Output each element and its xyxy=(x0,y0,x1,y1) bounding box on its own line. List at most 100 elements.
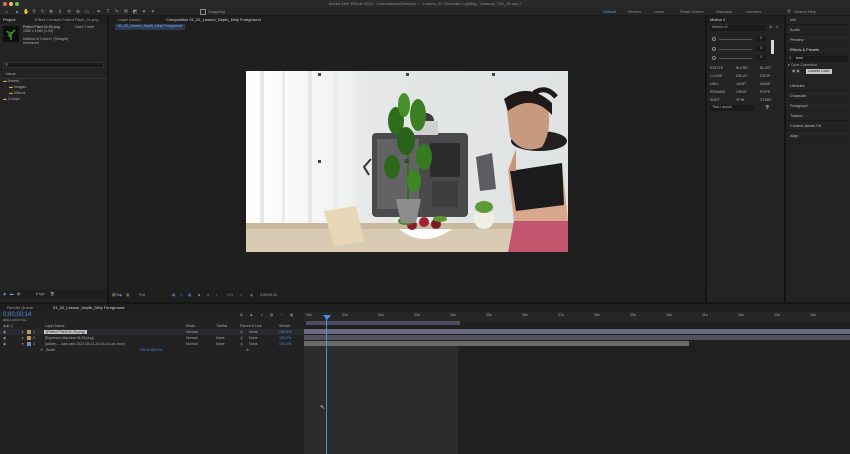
puppet-tool-icon[interactable]: ✶ xyxy=(150,9,156,15)
workspace-small-screen[interactable]: Small Screen xyxy=(680,7,704,16)
magnification-dropdown[interactable]: 25% xyxy=(112,293,119,298)
settings-icon[interactable]: ⚙ xyxy=(769,25,772,30)
layer-bar-2[interactable] xyxy=(304,335,850,340)
tracker-header[interactable]: Tracker xyxy=(786,112,848,121)
zoom-tool-icon[interactable]: ⚲ xyxy=(31,9,37,15)
comp-breadcrumb[interactable]: 01_02_Lesson_Depth_Dirty Foreground xyxy=(115,24,186,30)
layer-name[interactable]: [Potted Plant.04.26.png] xyxy=(44,330,87,334)
preset-dropdown[interactable]: Motion v2 xyxy=(710,25,766,31)
slider-value-1[interactable]: 0 xyxy=(756,36,766,41)
content-aware-fill-header[interactable]: Content-Aware Fill xyxy=(786,122,848,131)
clone-stamp-tool-icon[interactable]: ⚒ xyxy=(123,9,129,15)
tab-effect-controls[interactable]: Effect Controls Potted Plant_04.png xyxy=(32,16,102,23)
timeline-graph-area[interactable] xyxy=(304,312,850,454)
camera-icon[interactable]: ◙ xyxy=(198,293,200,298)
workspace-libraries[interactable]: Libraries xyxy=(746,7,761,16)
slider-track[interactable] xyxy=(719,49,752,50)
spin-button[interactable]: SPIN xyxy=(736,98,744,103)
scale-value[interactable]: 100.0,100.0% xyxy=(140,347,162,353)
mask-visibility-icon[interactable]: ◇ xyxy=(180,293,183,298)
effect-lumetri-color[interactable]: Lumetri Color xyxy=(806,69,832,74)
stare-button[interactable]: STARE xyxy=(760,98,772,103)
clone-button[interactable]: CLONE xyxy=(710,74,722,79)
viewer-timecode[interactable]: 0;00;00;14 xyxy=(260,293,277,298)
snapshot-icon[interactable]: ⌾ xyxy=(240,293,242,298)
resolution-dropdown[interactable]: Full xyxy=(139,293,145,298)
new-comp-icon[interactable]: ▤ xyxy=(17,292,20,297)
slider-track[interactable] xyxy=(719,39,752,40)
libraries-header[interactable]: Libraries xyxy=(786,82,848,91)
preview-panel-header[interactable]: Preview xyxy=(786,36,848,45)
transparency-grid-icon[interactable]: ▩ xyxy=(188,293,191,298)
column-name-header[interactable]: Name xyxy=(6,72,16,77)
dolly-camera-icon[interactable]: ⇕ xyxy=(57,9,63,15)
tab-project[interactable]: Project xyxy=(0,16,18,23)
slider-track[interactable] xyxy=(719,58,752,59)
delay-button[interactable]: DELAY xyxy=(736,74,748,79)
blast-button[interactable]: BLAST xyxy=(760,66,771,71)
slider-value-3[interactable]: 0 xyxy=(756,55,766,60)
transform-handle[interactable] xyxy=(318,160,321,163)
menu-icon[interactable]: ≡ xyxy=(776,25,778,30)
exposure-icon[interactable]: ◐ xyxy=(216,293,218,298)
drop-button[interactable]: DROP xyxy=(760,74,770,79)
zoom-window-button[interactable] xyxy=(15,1,19,6)
type-tool-icon[interactable]: T xyxy=(105,9,111,15)
label-color-swatch[interactable] xyxy=(27,336,31,340)
info-panel-header[interactable]: Info xyxy=(786,16,848,25)
rotation-tool-icon[interactable]: ⟲ xyxy=(66,9,72,15)
tab-render-queue[interactable]: Render Queue xyxy=(4,304,36,311)
tab-timeline-comp[interactable]: 01_02_Lesson_Depth_Dirty Foreground xyxy=(50,304,127,311)
delete-icon[interactable]: 🗑 xyxy=(50,292,55,297)
effects-search-input[interactable]: ⚲ tone xyxy=(788,56,848,62)
workspace-standard[interactable]: Standard xyxy=(716,7,732,16)
label-color-swatch[interactable] xyxy=(27,342,31,346)
grid-guide-icon[interactable]: ▦ xyxy=(172,293,175,298)
rope-button[interactable]: ROPE xyxy=(760,90,770,95)
eraser-tool-icon[interactable]: ◩ xyxy=(132,9,138,15)
bpc-label[interactable]: 8 bpc xyxy=(36,292,45,297)
sort-button[interactable]: SORT xyxy=(710,98,720,103)
slider-knob[interactable] xyxy=(712,47,716,51)
trash-icon[interactable]: 🗑 xyxy=(765,105,770,110)
motion-blur-icon[interactable]: ◔ xyxy=(280,313,282,318)
search-help-field[interactable]: Search Help xyxy=(794,7,816,16)
anchor-point-icon[interactable]: ⊕ xyxy=(404,158,409,165)
align-header[interactable]: Align xyxy=(786,132,848,141)
character-header[interactable]: Character xyxy=(786,92,848,101)
pen-tool-icon[interactable]: ✒ xyxy=(96,9,102,15)
show-snapshot-icon[interactable]: ◍ xyxy=(250,293,253,298)
graph-editor-icon[interactable]: ▨ xyxy=(290,313,293,318)
tab-composition[interactable]: Composition 01_02_Lesson_Depth_Dirty For… xyxy=(163,16,264,23)
hand-tool-icon[interactable]: ✋ xyxy=(23,9,29,15)
rename-button[interactable]: RENAME xyxy=(710,90,725,95)
playhead[interactable] xyxy=(326,316,327,454)
search-icon[interactable]: ⚲ xyxy=(786,9,792,15)
effects-category[interactable]: ▾ Color Correction xyxy=(788,63,817,68)
draft-3d-icon[interactable]: ◈ xyxy=(250,313,253,318)
shy-icon[interactable]: ☺ xyxy=(260,313,264,318)
slider-value-2[interactable]: 0 xyxy=(756,46,766,51)
audio-panel-header[interactable]: Audio xyxy=(786,26,848,35)
label-color-swatch[interactable] xyxy=(27,330,31,334)
project-search-input[interactable]: ⚲ xyxy=(3,62,104,68)
comp-mini-flowchart-icon[interactable]: ⊞ xyxy=(240,313,243,318)
brush-tool-icon[interactable]: ✎ xyxy=(114,9,120,15)
interpret-footage-icon[interactable]: ▣ xyxy=(3,292,6,297)
frame-blending-icon[interactable]: ▥ xyxy=(270,313,273,318)
minimize-window-button[interactable] xyxy=(9,1,13,6)
close-window-button[interactable] xyxy=(3,1,7,6)
effects-presets-header[interactable]: Effects & Presets xyxy=(786,46,848,55)
orbit-button[interactable]: ORBIT xyxy=(736,90,747,95)
pan-camera-icon[interactable]: ✥ xyxy=(48,9,54,15)
channel-icon[interactable]: ● xyxy=(207,293,209,298)
task-launcher-dropdown[interactable]: Task Launch xyxy=(710,105,754,111)
tab-motion[interactable]: Motion 2 xyxy=(707,16,728,23)
stopwatch-icon[interactable]: ⏱ xyxy=(40,347,43,353)
excite-button[interactable]: EXCITE xyxy=(710,66,723,71)
scale-link-icon[interactable]: ⊘ xyxy=(246,347,249,353)
orbit-camera-icon[interactable]: ↻ xyxy=(40,9,46,15)
rectangle-tool-icon[interactable]: ▭ xyxy=(84,9,90,15)
layer-bar-1[interactable] xyxy=(304,329,850,334)
slider-knob[interactable] xyxy=(712,56,716,60)
